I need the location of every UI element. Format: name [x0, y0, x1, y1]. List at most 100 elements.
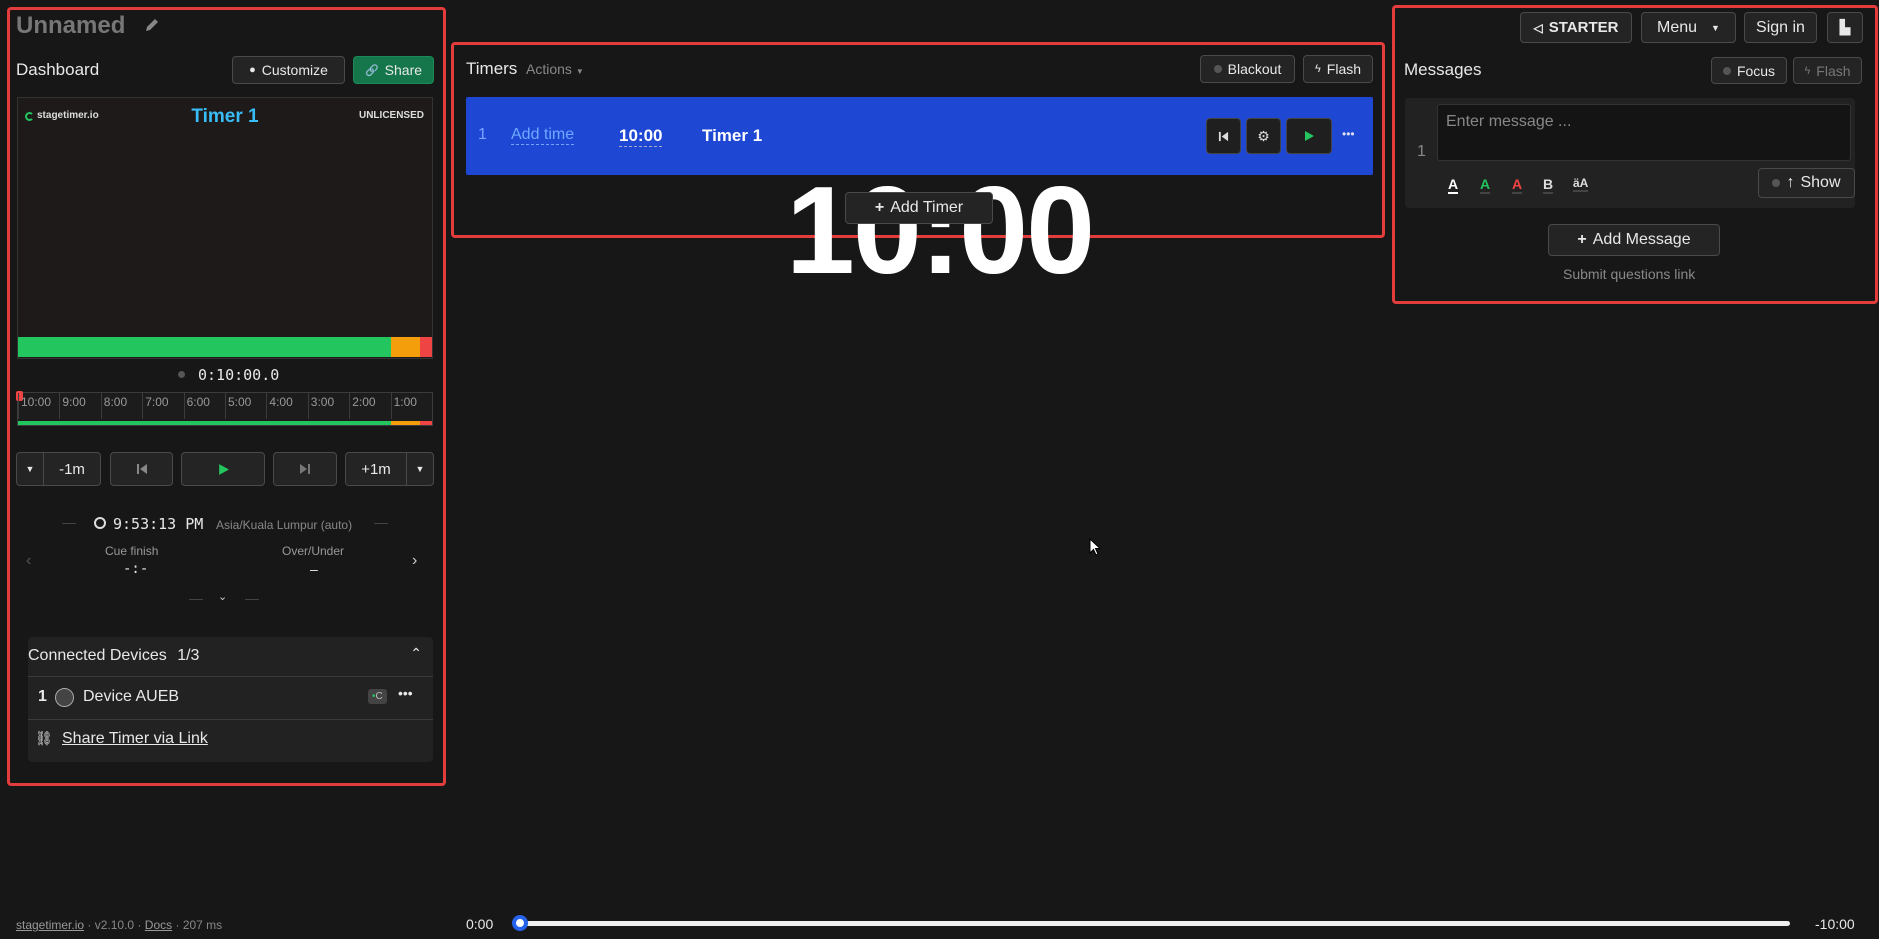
add-timer-button[interactable]: + Add Timer [845, 192, 993, 224]
gear-icon: ⚙ [1257, 127, 1270, 144]
chevron-left-icon[interactable]: ‹ [26, 552, 31, 570]
play-icon [1305, 131, 1314, 141]
timeline-tick-label: 9:00 [59, 393, 100, 419]
device-name: Device AUEB [83, 688, 180, 705]
docs-link[interactable]: Docs [145, 918, 172, 932]
plus-dropdown-button[interactable]: ▼ [406, 452, 434, 486]
devices-title-label: Connected Devices [28, 647, 167, 664]
timer-start-button[interactable] [1286, 118, 1332, 154]
more-options-icon[interactable]: ••• [398, 685, 413, 701]
add-message-label: Add Message [1592, 231, 1691, 248]
version: v2.10.0 [94, 918, 135, 932]
device-badge: •C [368, 689, 387, 704]
edit-pencil-icon[interactable] [143, 16, 161, 39]
status-dot-icon [178, 371, 185, 378]
focus-button[interactable]: Focus [1711, 57, 1787, 84]
share-button[interactable]: 🔗 Share [353, 56, 434, 84]
plus-1m-button[interactable]: +1m [345, 452, 407, 486]
mouse-cursor-icon [1089, 538, 1102, 556]
playback-end-time: -10:00 [1815, 916, 1855, 932]
latency: 207 ms [182, 918, 223, 932]
divider [189, 599, 203, 600]
over-under-value: – [310, 561, 318, 577]
lightning-icon: ϟ [1314, 63, 1321, 75]
blackout-indicator-icon [1213, 65, 1222, 73]
plus-label: +1m [361, 460, 391, 478]
chevron-up-icon[interactable]: ⌃ [410, 645, 422, 662]
timer-name[interactable]: Timer 1 [702, 126, 762, 146]
timer-duration[interactable]: 10:00 [619, 126, 663, 147]
caret-down-icon: ▼ [25, 464, 35, 474]
timeline-tick-label: 10:00 [18, 393, 59, 419]
actions-label: Actions [526, 61, 572, 77]
share-label: Share [384, 62, 423, 78]
caret-down-icon: ▼ [1711, 22, 1720, 33]
timeline-tick-label: 2:00 [349, 393, 390, 419]
case-toggle-icon[interactable]: äA [1573, 176, 1589, 192]
timer-index: 1 [478, 126, 487, 143]
skip-back-icon [136, 464, 147, 474]
add-message-button[interactable]: + Add Message [1548, 224, 1720, 256]
message-row: 1 Enter message ... A A A B äA ↑ Show [1405, 98, 1855, 208]
timer-row[interactable]: 1 Add time 10:00 Timer 1 ⚙ ••• [466, 97, 1373, 175]
chevron-right-icon[interactable]: › [412, 552, 417, 570]
flash-label: Flash [1326, 61, 1362, 77]
flash-button[interactable]: ϟ Flash [1303, 55, 1373, 83]
divider [374, 523, 388, 524]
blackout-label: Blackout [1227, 61, 1282, 77]
message-input[interactable]: Enter message ... [1437, 104, 1851, 161]
playback-thumb[interactable] [512, 915, 528, 931]
blackout-button[interactable]: Blackout [1200, 55, 1295, 83]
text-color-red-icon[interactable]: A [1512, 176, 1523, 194]
clock-icon [94, 517, 106, 529]
caret-down-icon: ▼ [575, 67, 584, 76]
customize-button[interactable]: ● Customize [232, 56, 345, 84]
device-row[interactable]: 1 Device AUEB •C ••• [28, 677, 433, 719]
timer-reset-button[interactable] [1206, 118, 1241, 154]
timeline[interactable]: 10:00 9:00 8:00 7:00 6:00 5:00 4:00 3:00 2:00 1:0… [16, 391, 433, 426]
share-timer-link[interactable]: Share Timer via Link [62, 730, 208, 748]
show-message-button[interactable]: ↑ Show [1758, 168, 1855, 198]
exit-door-icon: ▙ [1839, 19, 1851, 35]
play-icon [218, 463, 229, 475]
arrow-up-icon: ↑ [1786, 174, 1795, 191]
message-flash-button[interactable]: ϟ Flash [1793, 57, 1862, 84]
device-index: 1 [38, 688, 47, 705]
progress-bar-green [18, 337, 391, 357]
bold-icon[interactable]: B [1543, 176, 1554, 194]
minus-1m-button[interactable]: -1m [43, 452, 101, 486]
more-options-icon[interactable]: ••• [1342, 127, 1355, 141]
link-icon: ⛓ [35, 730, 53, 746]
playback-track[interactable] [519, 921, 1790, 926]
menu-button[interactable]: Menu ▼ [1641, 12, 1736, 43]
timers-heading: Timers [466, 59, 518, 78]
cue-finish-label: Cue finish [105, 544, 159, 558]
actions-dropdown[interactable]: Actions ▼ [526, 61, 584, 77]
submit-questions-link[interactable]: Submit questions link [1563, 266, 1695, 282]
next-button[interactable] [273, 452, 337, 486]
show-indicator-icon [1772, 179, 1781, 187]
timer-settings-button[interactable]: ⚙ [1246, 118, 1281, 154]
play-button[interactable] [181, 452, 265, 486]
palette-icon: ● [249, 64, 256, 76]
plan-starter-button[interactable]: ◁ STARTER [1520, 12, 1632, 43]
sign-in-button[interactable]: Sign in [1744, 12, 1817, 43]
chevron-down-icon[interactable]: ⌄ [218, 590, 227, 603]
add-timer-label: Add Timer [890, 199, 964, 216]
previous-button[interactable] [110, 452, 173, 486]
footer: stagetimer.io · v2.10.0 · Docs · 207 ms [16, 918, 223, 932]
message-flash-label: Flash [1816, 62, 1851, 79]
project-title[interactable]: Unnamed [16, 12, 125, 40]
text-color-green-icon[interactable]: A [1480, 176, 1491, 194]
minus-dropdown-button[interactable]: ▼ [16, 452, 44, 486]
progress-bar-orange [390, 337, 420, 357]
site-link[interactable]: stagetimer.io [16, 918, 84, 932]
devices-count: 1/3 [177, 647, 200, 664]
plus-icon: + [1577, 231, 1587, 248]
device-avatar-icon [55, 688, 74, 707]
text-color-white-icon[interactable]: A [1448, 176, 1459, 194]
devices-title[interactable]: Connected Devices 1/3 [28, 647, 199, 665]
fullscreen-button[interactable]: ▙ [1827, 12, 1863, 43]
add-time-link[interactable]: Add time [511, 126, 575, 145]
focus-indicator-icon [1722, 66, 1731, 75]
